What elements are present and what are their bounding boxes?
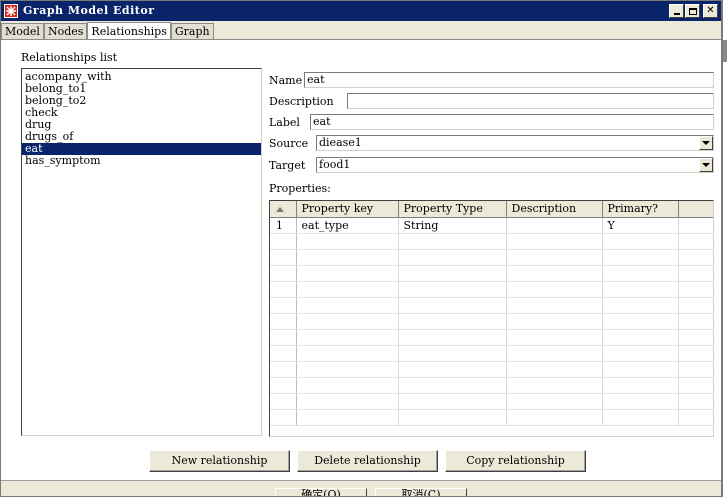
- cell-property-key[interactable]: eat_type: [296, 217, 399, 234]
- tab-nodes[interactable]: Nodes: [43, 23, 88, 39]
- source-select[interactable]: diease1: [316, 135, 714, 151]
- cell-description[interactable]: [506, 217, 603, 234]
- window-title: Graph Model Editor: [23, 4, 155, 17]
- cell-primary[interactable]: Y: [602, 217, 679, 234]
- label-label: Label: [269, 116, 300, 129]
- properties-table[interactable]: Property key Property Type Description P…: [269, 200, 714, 437]
- tab-model[interactable]: Model: [1, 23, 44, 39]
- minimize-button[interactable]: [669, 4, 684, 18]
- tab-relationships[interactable]: Relationships: [87, 22, 171, 39]
- column-header-description[interactable]: Description: [506, 201, 603, 218]
- description-label: Description: [269, 95, 334, 108]
- table-row[interactable]: 1 eat_type String Y: [270, 217, 713, 234]
- properties-label: Properties:: [269, 182, 331, 195]
- column-header-property-key[interactable]: Property key: [296, 201, 399, 218]
- cancel-button[interactable]: 取消(C): [375, 488, 467, 496]
- cell-filler: [678, 217, 713, 234]
- row-header-corner[interactable]: [270, 201, 297, 218]
- target-label: Target: [269, 159, 306, 172]
- empty-row: [270, 409, 713, 426]
- source-select-value: diease1: [319, 136, 362, 149]
- empty-row: [270, 233, 713, 250]
- app-icon: [4, 4, 18, 18]
- empty-row: [270, 361, 713, 378]
- empty-row: [270, 377, 713, 394]
- maximize-icon: [688, 7, 697, 15]
- label-field[interactable]: eat: [310, 114, 714, 130]
- graph-model-editor-window: Graph Model Editor ✕ Model Nodes Relatio…: [0, 0, 722, 497]
- tab-graph[interactable]: Graph: [170, 23, 214, 39]
- title-bar[interactable]: Graph Model Editor ✕: [1, 1, 721, 21]
- empty-row: [270, 329, 713, 346]
- copy-relationship-button[interactable]: Copy relationship: [445, 450, 586, 472]
- delete-relationship-button[interactable]: Delete relationship: [297, 450, 438, 472]
- minimize-icon: [673, 13, 680, 15]
- empty-row: [270, 393, 713, 410]
- empty-row: [270, 249, 713, 266]
- source-label: Source: [269, 137, 309, 150]
- empty-row: [270, 265, 713, 282]
- list-item[interactable]: check: [22, 107, 261, 119]
- row-number: 1: [270, 217, 297, 234]
- relationships-list-label: Relationships list: [21, 51, 118, 64]
- tab-bar: Model Nodes Relationships Graph: [1, 22, 214, 40]
- relationships-list[interactable]: acompany_with belong_to1 belong_to2 chec…: [21, 68, 262, 436]
- name-field[interactable]: eat: [304, 72, 714, 88]
- target-select-value: food1: [319, 158, 351, 171]
- chevron-down-icon[interactable]: [699, 136, 713, 150]
- sort-icon: [276, 207, 284, 213]
- close-button[interactable]: ✕: [703, 4, 718, 18]
- column-header-filler: [678, 201, 713, 218]
- empty-row: [270, 281, 713, 298]
- name-label: Name: [269, 74, 303, 87]
- cell-property-type[interactable]: String: [398, 217, 507, 234]
- empty-row: [270, 313, 713, 330]
- maximize-button[interactable]: [685, 4, 700, 18]
- target-select[interactable]: food1: [316, 157, 714, 173]
- list-item[interactable]: drugs_of: [22, 131, 261, 143]
- list-item[interactable]: has_symptom: [22, 155, 261, 167]
- window-edge: [722, 0, 727, 497]
- empty-row: [270, 297, 713, 314]
- description-field[interactable]: [347, 93, 714, 109]
- column-header-primary[interactable]: Primary?: [602, 201, 679, 218]
- ok-button[interactable]: 确定(O): [275, 488, 367, 496]
- empty-row: [270, 345, 713, 362]
- column-header-property-type[interactable]: Property Type: [398, 201, 507, 218]
- close-icon: ✕: [706, 5, 715, 16]
- new-relationship-button[interactable]: New relationship: [149, 450, 290, 472]
- chevron-down-icon[interactable]: [699, 158, 713, 172]
